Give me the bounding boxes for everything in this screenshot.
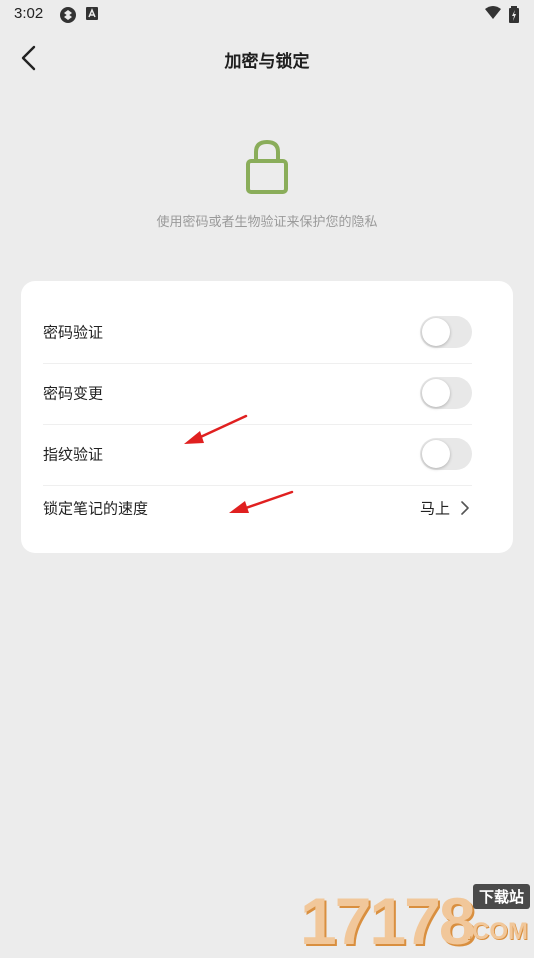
- setting-row-password-change[interactable]: 密码变更: [43, 363, 472, 423]
- toggle-knob: [422, 440, 450, 468]
- status-time: 3:02: [14, 5, 44, 22]
- status-bar: 3:02: [0, 0, 534, 28]
- sync-icon: [60, 7, 76, 23]
- lock-icon: [246, 139, 288, 194]
- lock-speed-value: 马上: [419, 499, 450, 518]
- watermark-digits: 17178: [300, 884, 476, 958]
- watermark-badge: 下载站: [472, 884, 530, 909]
- password-change-toggle[interactable]: [420, 377, 472, 409]
- setting-label: 指纹验证: [43, 445, 104, 464]
- annotation-arrow-icon: [184, 414, 248, 444]
- app-header: 加密与锁定: [0, 40, 534, 76]
- toggle-knob: [422, 318, 450, 346]
- chevron-right-icon: [461, 501, 469, 515]
- fingerprint-toggle[interactable]: [420, 438, 472, 470]
- setting-label: 密码验证: [43, 323, 104, 342]
- wifi-icon: [485, 6, 501, 19]
- toggle-knob: [422, 379, 450, 407]
- setting-row-password-verify[interactable]: 密码验证: [43, 302, 472, 362]
- battery-icon: [509, 6, 519, 23]
- setting-label: 锁定笔记的速度: [43, 499, 149, 518]
- notification-a-icon: [86, 7, 98, 20]
- watermark-suffix: .COM: [465, 918, 528, 945]
- setting-label: 密码变更: [43, 384, 104, 403]
- password-verify-toggle[interactable]: [420, 316, 472, 348]
- privacy-description: 使用密码或者生物验证来保护您的隐私: [156, 215, 378, 230]
- page-title: 加密与锁定: [224, 52, 310, 72]
- setting-row-fingerprint[interactable]: 指纹验证: [43, 424, 472, 484]
- hero-section: 使用密码或者生物验证来保护您的隐私: [0, 138, 534, 238]
- annotation-arrow-icon: [229, 490, 294, 513]
- watermark-logo: 17178 下载站 .COM: [300, 882, 534, 954]
